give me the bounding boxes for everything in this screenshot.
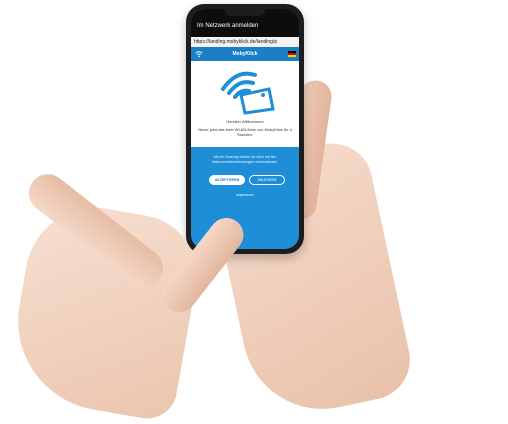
smartphone: Im Netzwerk anmelden https://landing.mob… (186, 4, 304, 254)
phone-screen: Im Netzwerk anmelden https://landing.mob… (191, 9, 299, 249)
phone-notch (225, 9, 265, 16)
welcome-card: Herzlich Willkommen Nutze jetzt das frei… (191, 61, 299, 147)
decline-button[interactable]: ABLEHNEN (249, 175, 285, 185)
url-bar[interactable]: https://landing.mobyklick.de/landing/p (191, 37, 299, 47)
wifi-logo-icon (195, 51, 203, 58)
germany-flag-icon[interactable] (288, 51, 296, 57)
status-title: Im Netzwerk anmelden (197, 23, 259, 29)
app-header: MobyKlick (191, 47, 299, 61)
app-title: MobyKlick (232, 51, 258, 57)
wifi-illustration-icon (221, 71, 275, 115)
terms-text[interactable]: Mit der Nutzung erkläre ich mich mit den… (197, 155, 293, 165)
photo-scene: Im Netzwerk anmelden https://landing.mob… (0, 0, 508, 424)
welcome-text: Nutze jetzt das freie WLAN-Netz von Moby… (198, 127, 292, 137)
accept-button[interactable]: AKZEPTIEREN (209, 175, 245, 185)
imprint-link[interactable]: Impressum (191, 193, 299, 197)
welcome-heading: Herzlich Willkommen (226, 119, 264, 124)
